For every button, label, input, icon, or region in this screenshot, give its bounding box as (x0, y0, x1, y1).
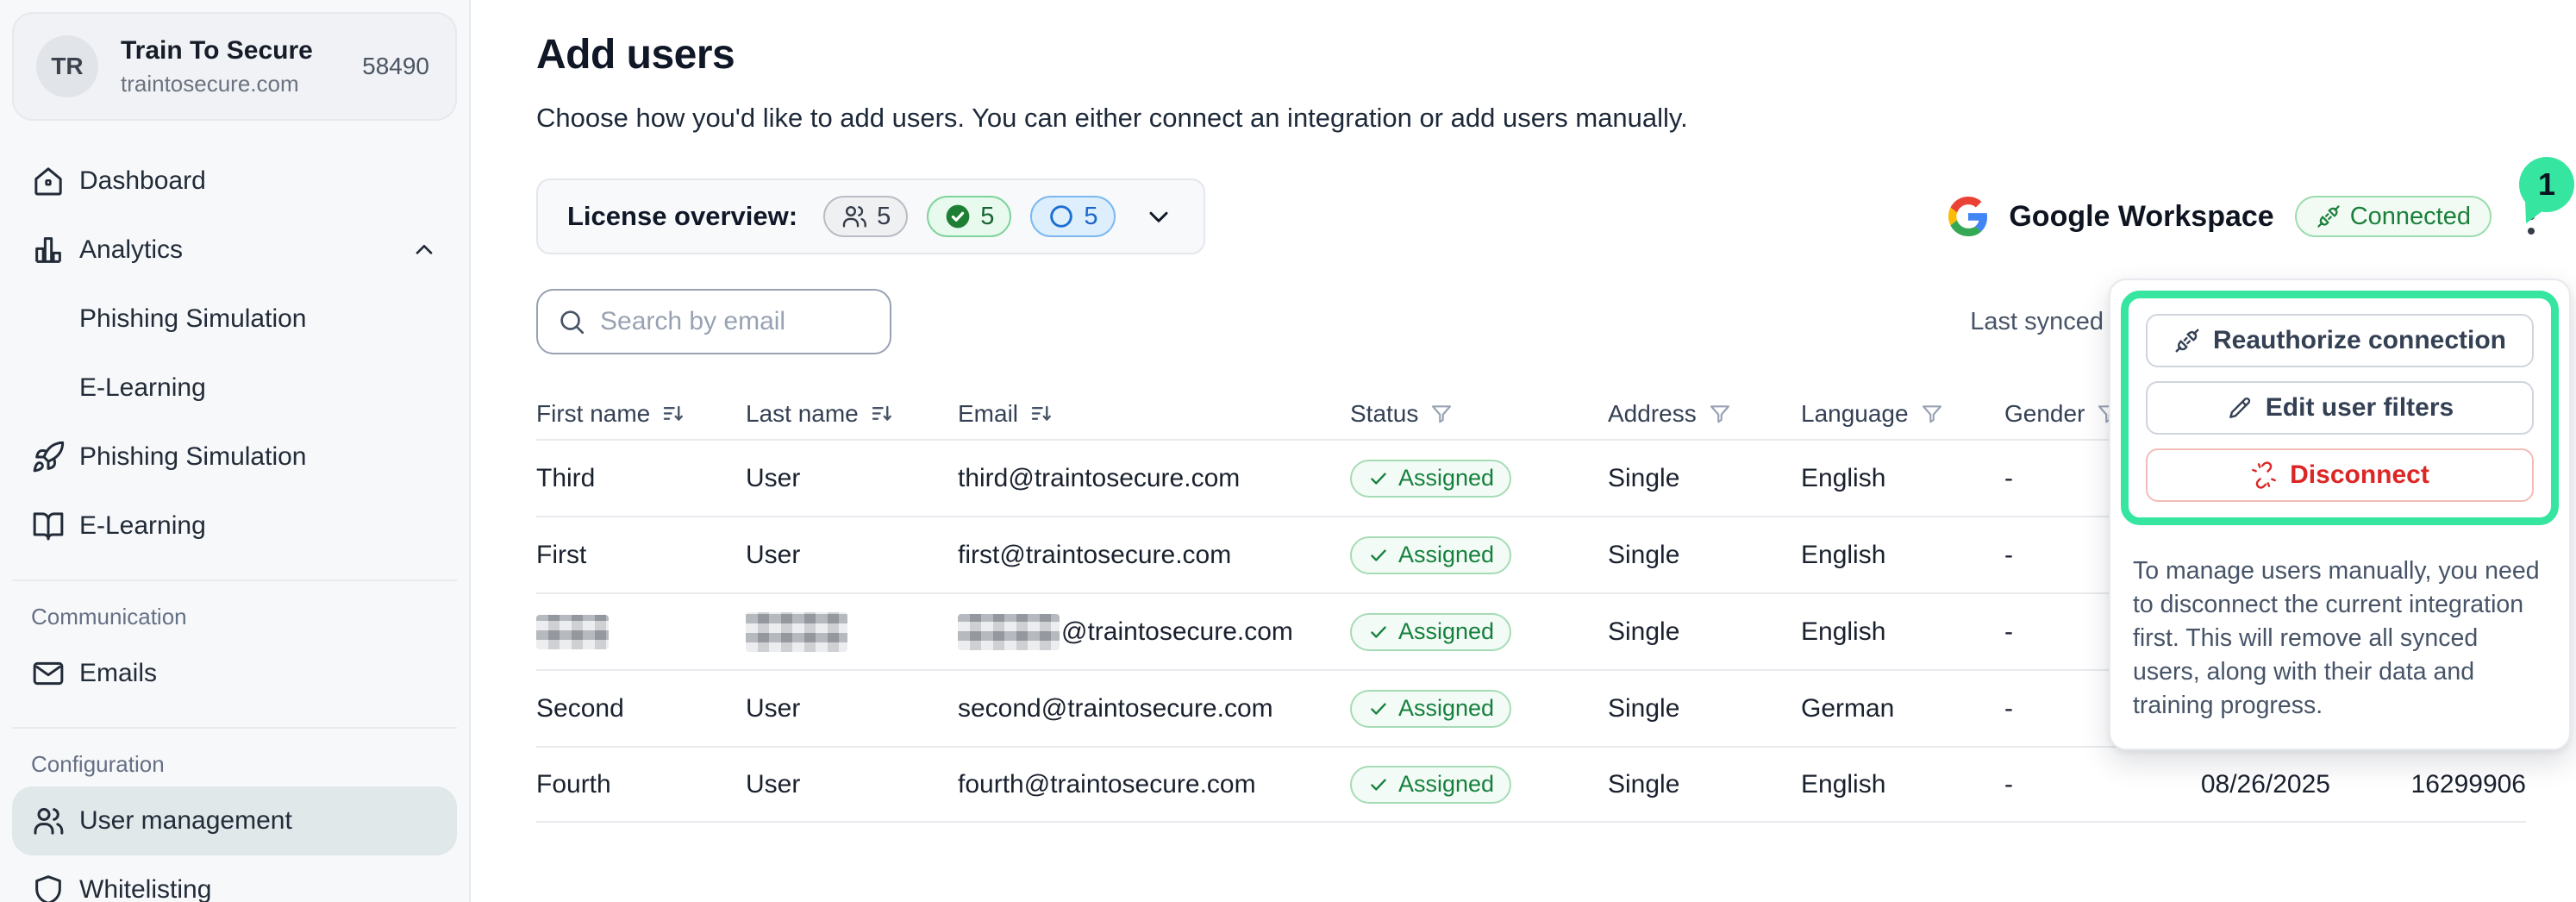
chevron-down-icon (1143, 201, 1174, 232)
search-icon (557, 307, 586, 336)
sidebar: TR Train To Secure traintosecure.com 584… (0, 0, 471, 902)
sidebar-divider (12, 579, 457, 581)
redacted-email-local (958, 614, 1060, 650)
status-badge: Assigned (1350, 690, 1511, 728)
sidebar-section-communication: Communication (31, 604, 469, 630)
book-icon (31, 509, 66, 543)
col-status[interactable]: Status (1350, 400, 1608, 428)
integration-header: Google Workspace Connected (1948, 190, 2543, 243)
pencil-icon (2226, 394, 2254, 422)
workspace-count: 58490 (362, 53, 429, 80)
annotation-highlight-box: Reauthorize connection Edit user filters… (2121, 291, 2559, 525)
sidebar-item-label: Whitelisting (79, 875, 211, 902)
page-subtitle: Choose how you'd like to add users. You … (536, 103, 2543, 134)
redacted-last-name (746, 612, 847, 652)
col-last-name[interactable]: Last name (746, 400, 958, 428)
plug-icon (2173, 327, 2201, 354)
last-synced-label: Last synced (1970, 308, 2104, 336)
integration-dropdown-menu: Reauthorize connection Edit user filters… (2109, 279, 2571, 750)
col-email[interactable]: Email (958, 400, 1350, 428)
status-badge: Assigned (1350, 460, 1511, 498)
check-icon (1367, 621, 1390, 643)
reauthorize-connection-button[interactable]: Reauthorize connection (2146, 314, 2534, 367)
sidebar-item-dashboard[interactable]: Dashboard (12, 147, 457, 216)
home-icon (31, 164, 66, 198)
sidebar-item-label: User management (79, 806, 292, 836)
google-logo-icon (1948, 197, 1988, 236)
disconnect-button[interactable]: Disconnect (2146, 448, 2534, 502)
bar-chart-icon (31, 233, 66, 267)
sidebar-item-user-management[interactable]: User management (12, 786, 457, 855)
chevron-up-icon[interactable] (410, 236, 438, 264)
col-language[interactable]: Language (1801, 400, 2004, 428)
shield-icon (31, 873, 66, 902)
sort-icon[interactable] (1029, 401, 1054, 427)
sort-icon[interactable] (660, 401, 686, 427)
sidebar-item-label: Emails (79, 659, 157, 688)
workspace-switcher[interactable]: TR Train To Secure traintosecure.com 584… (12, 12, 457, 121)
plug-icon (2316, 204, 2342, 229)
check-circle-icon (944, 203, 972, 230)
license-pill-assigned: 5 (927, 196, 1011, 237)
workspace-domain: traintosecure.com (121, 71, 340, 97)
sidebar-item-elearning[interactable]: E-Learning (12, 492, 457, 561)
sidebar-item-elearning-sub[interactable]: E-Learning (12, 354, 457, 423)
sidebar-item-label: E-Learning (79, 373, 206, 403)
rocket-icon (31, 440, 66, 474)
page-title: Add users (536, 31, 2543, 78)
sidebar-item-phishing-simulation-sub[interactable]: Phishing Simulation (12, 285, 457, 354)
status-badge: Assigned (1350, 766, 1511, 804)
sidebar-section-configuration: Configuration (31, 751, 469, 778)
sidebar-item-analytics[interactable]: Analytics (12, 216, 457, 285)
sort-icon[interactable] (869, 401, 895, 427)
check-icon (1367, 774, 1390, 796)
license-overview-bar: License overview: 5 5 5 (536, 179, 1205, 254)
connected-badge: Connected (2295, 196, 2492, 237)
status-badge: Assigned (1350, 613, 1511, 651)
redacted-first-name (536, 615, 609, 649)
col-first-name[interactable]: First name (536, 400, 746, 428)
license-pill-total: 5 (823, 196, 908, 237)
users-icon (841, 203, 868, 230)
license-overview-label: License overview: (567, 201, 797, 232)
search-input[interactable] (600, 307, 871, 336)
unlink-icon (2250, 461, 2278, 489)
status-badge: Assigned (1350, 536, 1511, 574)
sidebar-divider (12, 727, 457, 729)
table-row[interactable]: Fourth User fourth@traintosecure.com Ass… (536, 746, 2526, 823)
sidebar-item-label: Phishing Simulation (79, 442, 306, 472)
license-expand-button[interactable] (1143, 201, 1174, 232)
annotation-step-badge: 1 (2519, 157, 2574, 212)
check-icon (1367, 544, 1390, 567)
users-icon (31, 804, 66, 838)
sidebar-item-label: E-Learning (79, 511, 206, 541)
sidebar-item-label: Dashboard (79, 166, 206, 196)
integration-name: Google Workspace (2009, 200, 2273, 234)
filter-icon[interactable] (1919, 401, 1945, 427)
sidebar-item-label: Phishing Simulation (79, 304, 306, 334)
col-address[interactable]: Address (1608, 400, 1801, 428)
app-root: TR Train To Secure traintosecure.com 584… (0, 0, 2576, 902)
check-icon (1367, 467, 1390, 490)
search-box[interactable] (536, 289, 891, 354)
filter-icon[interactable] (1429, 401, 1454, 427)
mail-icon (31, 656, 66, 691)
sidebar-item-emails[interactable]: Emails (12, 639, 457, 708)
workspace-name: Train To Secure (121, 36, 340, 66)
circle-icon (1047, 203, 1075, 230)
sidebar-item-whitelisting[interactable]: Whitelisting (12, 855, 457, 902)
sidebar-item-phishing-simulation[interactable]: Phishing Simulation (12, 423, 457, 492)
workspace-avatar: TR (36, 35, 98, 97)
disconnect-note: To manage users manually, you need to di… (2110, 536, 2569, 749)
check-icon (1367, 698, 1390, 720)
sidebar-item-label: Analytics (79, 235, 183, 265)
edit-user-filters-button[interactable]: Edit user filters (2146, 381, 2534, 435)
sidebar-nav: Dashboard Analytics Phishing Simulation … (0, 147, 469, 902)
filter-icon[interactable] (1707, 401, 1733, 427)
license-pill-available: 5 (1030, 196, 1115, 237)
